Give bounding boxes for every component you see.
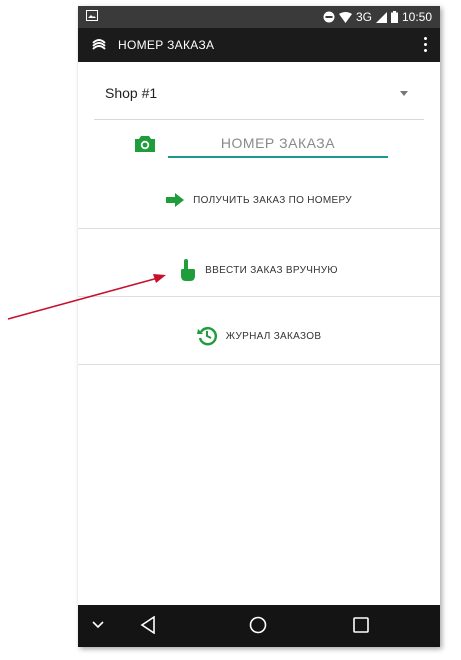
annotation-arrow <box>7 274 166 320</box>
